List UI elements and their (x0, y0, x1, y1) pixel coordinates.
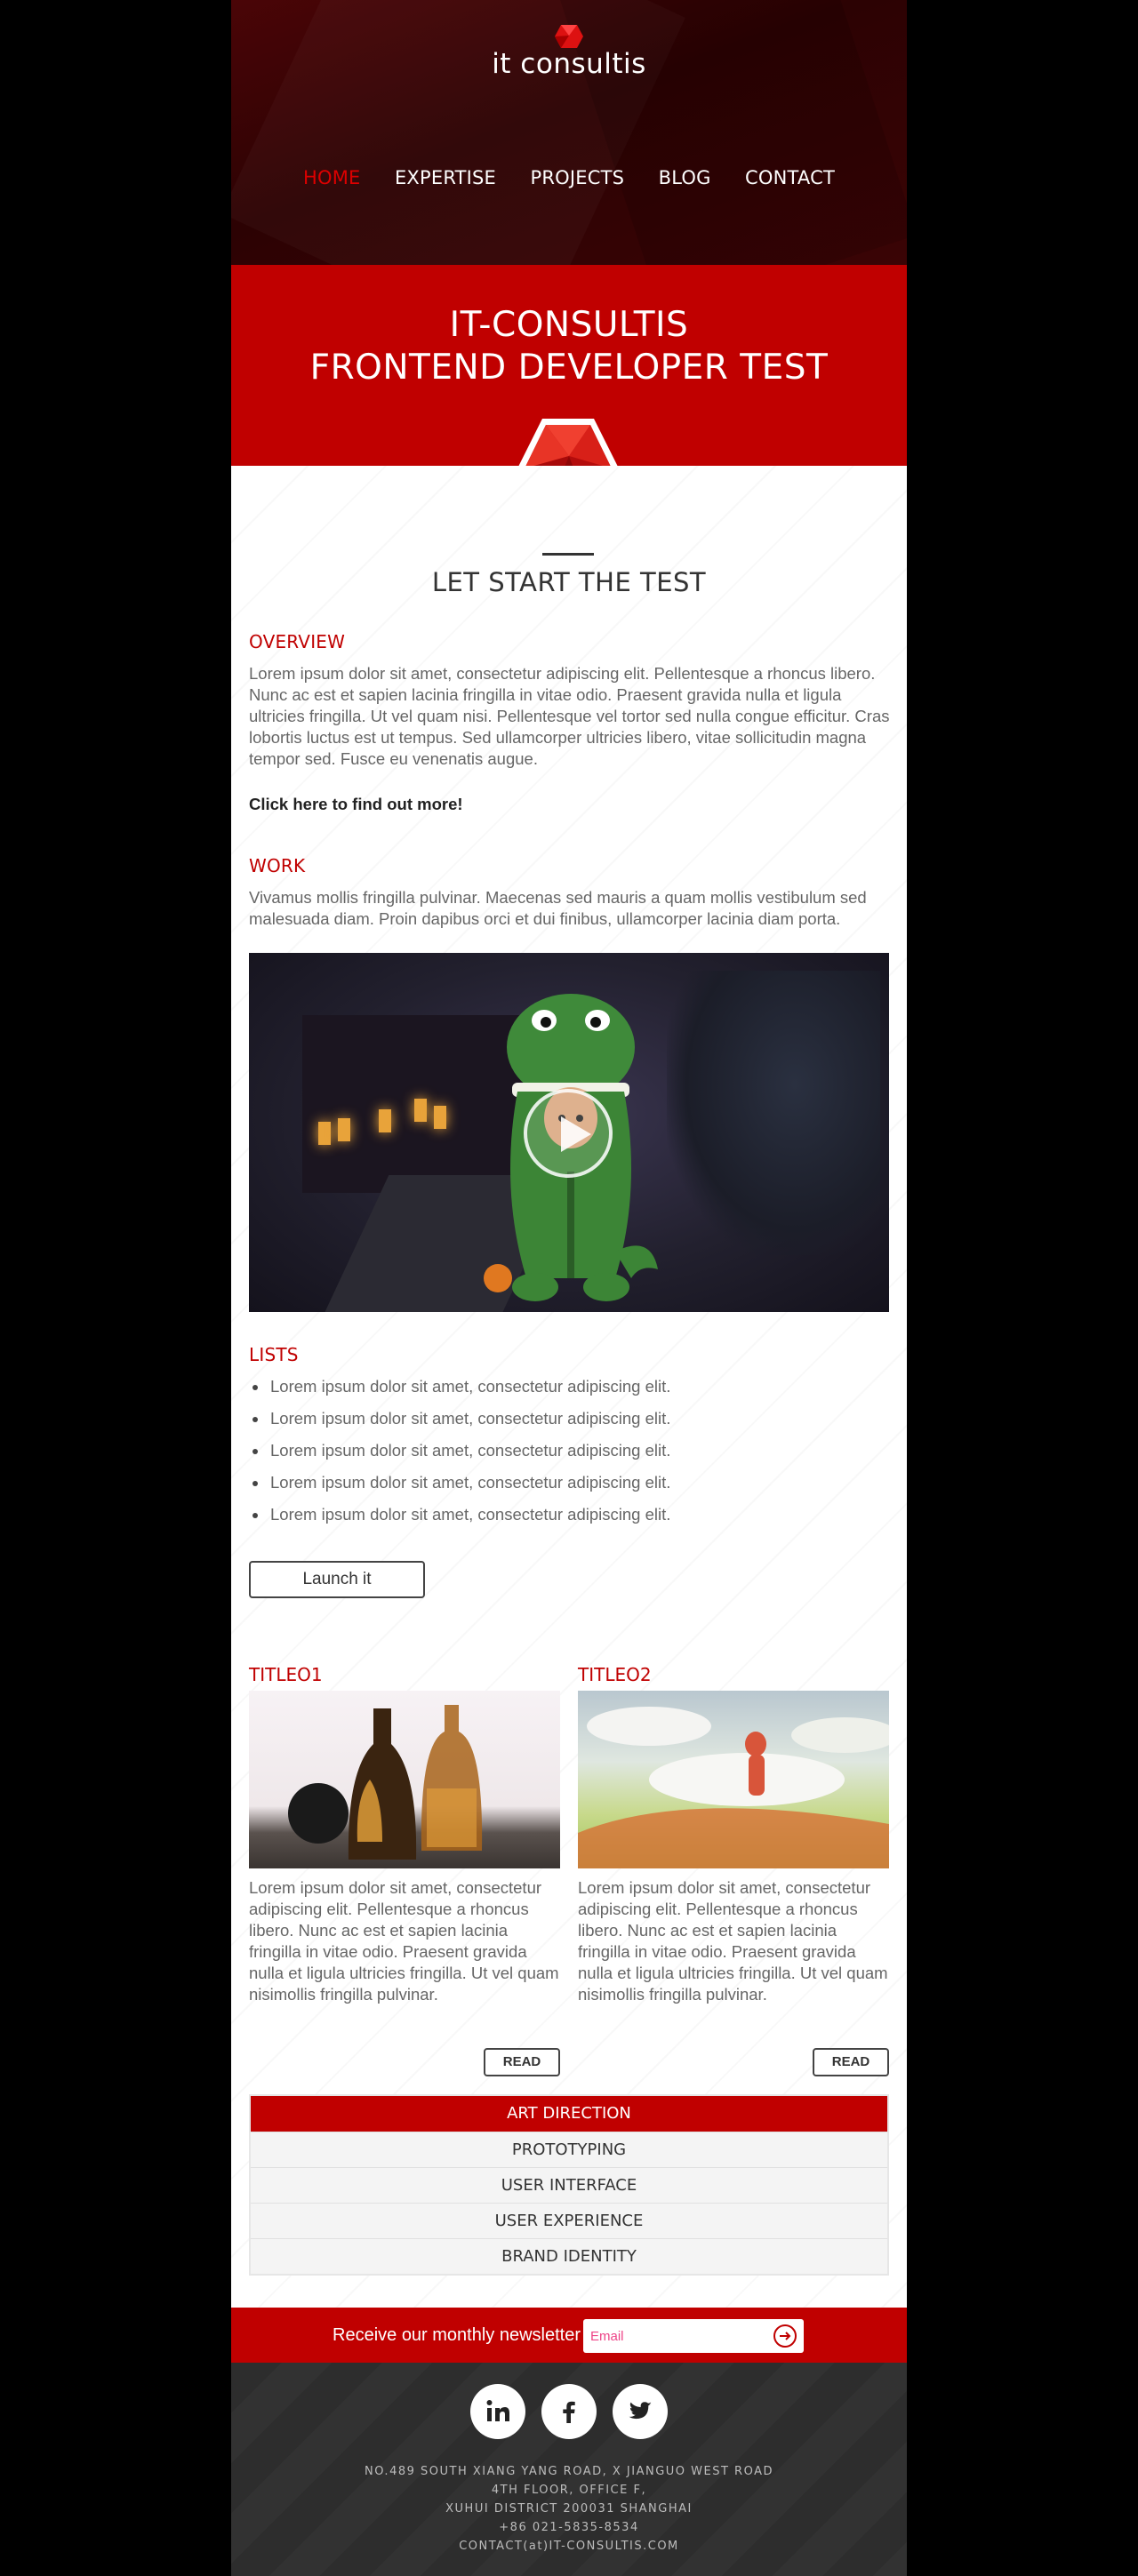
address-line: NO.489 SOUTH XIANG YANG ROAD, X JIANGUO … (365, 2465, 773, 2478)
play-icon (561, 1116, 591, 1152)
section-subtitle: LET START THE TEST (431, 567, 707, 597)
card-1: TITLEO1 Lorem ipsum dolor sit amet, cons… (249, 1664, 560, 2076)
address-line: 4TH FLOOR, OFFICE F, (491, 2484, 647, 2497)
video-scene-window (434, 1106, 446, 1129)
card-text: Lorem ipsum dolor sit amet, consectetur … (249, 1878, 559, 2004)
newsletter-label: Receive our monthly newsletter (333, 2325, 581, 2345)
lists-title: LISTS (249, 1344, 299, 1365)
list-item: Lorem ipsum dolor sit amet, consectetur … (252, 1376, 893, 1408)
video-scene-window (414, 1099, 427, 1122)
hero-title: IT-CONSULTIS FRONTEND DEVELOPER TEST (231, 265, 907, 389)
site-footer: NO.489 SOUTH XIANG YANG ROAD, X JIANGUO … (231, 2363, 907, 2576)
site-header: it consultis HOME EXPERTISE PROJECTS BLO… (231, 0, 907, 265)
logo-text: it consultis (492, 48, 646, 80)
logo[interactable]: it consultis (231, 23, 907, 80)
nav-item-home[interactable]: HOME (303, 167, 361, 188)
video-scene-window (338, 1118, 350, 1141)
phone-number: +86 021-5835-8534 (499, 2521, 639, 2534)
card-title: TITLEO2 (578, 1664, 652, 1685)
nav-item-expertise[interactable]: EXPERTISE (395, 167, 496, 188)
newsletter-bar: Receive our monthly newsletter (231, 2308, 907, 2363)
email-field[interactable] (590, 2319, 768, 2353)
play-button[interactable] (524, 1089, 613, 1178)
tab-user-interface[interactable]: USER INTERFACE (251, 2167, 887, 2203)
list-item: Lorem ipsum dolor sit amet, consectetur … (252, 1472, 893, 1504)
contact-address: NO.489 SOUTH XIANG YANG ROAD, X JIANGUO … (231, 2462, 907, 2556)
field-illustration (578, 1707, 889, 1868)
card-title: TITLEO1 (249, 1664, 323, 1685)
main-content: LET START THE TEST OVERVIEW Lorem ipsum … (231, 466, 907, 2308)
overview-text: Lorem ipsum dolor sit amet, consectetur … (249, 664, 890, 768)
nav-item-projects[interactable]: PROJECTS (530, 167, 624, 188)
tab-user-experience[interactable]: USER EXPERIENCE (251, 2203, 887, 2238)
submit-arrow-icon[interactable] (773, 2324, 797, 2348)
bottles-illustration (288, 1705, 483, 1860)
card-2: TITLEO2 Lorem ipsum dolor sit amet, cons… (578, 1664, 889, 2076)
main-nav: HOME EXPERTISE PROJECTS BLOG CONTACT (231, 167, 907, 188)
card-image-field (578, 1691, 889, 1868)
launch-button[interactable]: Launch it (249, 1561, 425, 1598)
facebook-icon[interactable] (541, 2384, 597, 2439)
contact-email[interactable]: CONTACT(at)IT-CONSULTIS.COM (231, 2537, 907, 2556)
tab-art-direction[interactable]: ART DIRECTION (251, 2096, 887, 2132)
card-text: Lorem ipsum dolor sit amet, consectetur … (578, 1878, 888, 2004)
find-out-more-link[interactable]: Click here to find out more! (249, 795, 463, 814)
video-player[interactable] (249, 953, 889, 1312)
nav-item-contact[interactable]: CONTACT (745, 167, 835, 188)
list-item: Lorem ipsum dolor sit amet, consectetur … (252, 1504, 893, 1536)
linkedin-icon[interactable] (469, 2384, 525, 2439)
services-tabs: ART DIRECTION PROTOTYPING USER INTERFACE… (249, 2094, 889, 2276)
twitter-icon[interactable] (613, 2384, 669, 2439)
read-button[interactable]: READ (813, 2048, 889, 2076)
tab-brand-identity[interactable]: BRAND IDENTITY (251, 2238, 887, 2274)
video-scene-window (318, 1122, 331, 1145)
bullet-list: Lorem ipsum dolor sit amet, consectetur … (252, 1376, 893, 1536)
work-text: Vivamus mollis fringilla pulvinar. Maece… (249, 888, 867, 928)
list-item: Lorem ipsum dolor sit amet, consectetur … (252, 1408, 893, 1440)
social-links (231, 2384, 907, 2444)
list-item: Lorem ipsum dolor sit amet, consectetur … (252, 1440, 893, 1472)
section-divider (542, 553, 594, 556)
page: it consultis HOME EXPERTISE PROJECTS BLO… (231, 0, 907, 2576)
tab-prototyping[interactable]: PROTOTYPING (251, 2132, 887, 2167)
hero-title-line1: IT-CONSULTIS (449, 305, 689, 345)
nav-item-blog[interactable]: BLOG (659, 167, 711, 188)
overview-title: OVERVIEW (249, 631, 346, 652)
address-line: XUHUI DISTRICT 200031 SHANGHAI (445, 2502, 693, 2516)
card-image-bottles (249, 1691, 560, 1868)
hero-title-line2: FRONTEND DEVELOPER TEST (309, 348, 829, 388)
gem-logo-icon (555, 25, 583, 48)
video-scene-window (379, 1109, 391, 1132)
read-button[interactable]: READ (484, 2048, 560, 2076)
video-scene-tree (667, 971, 880, 1255)
newsletter-field (583, 2319, 804, 2353)
work-title: WORK (249, 855, 306, 876)
